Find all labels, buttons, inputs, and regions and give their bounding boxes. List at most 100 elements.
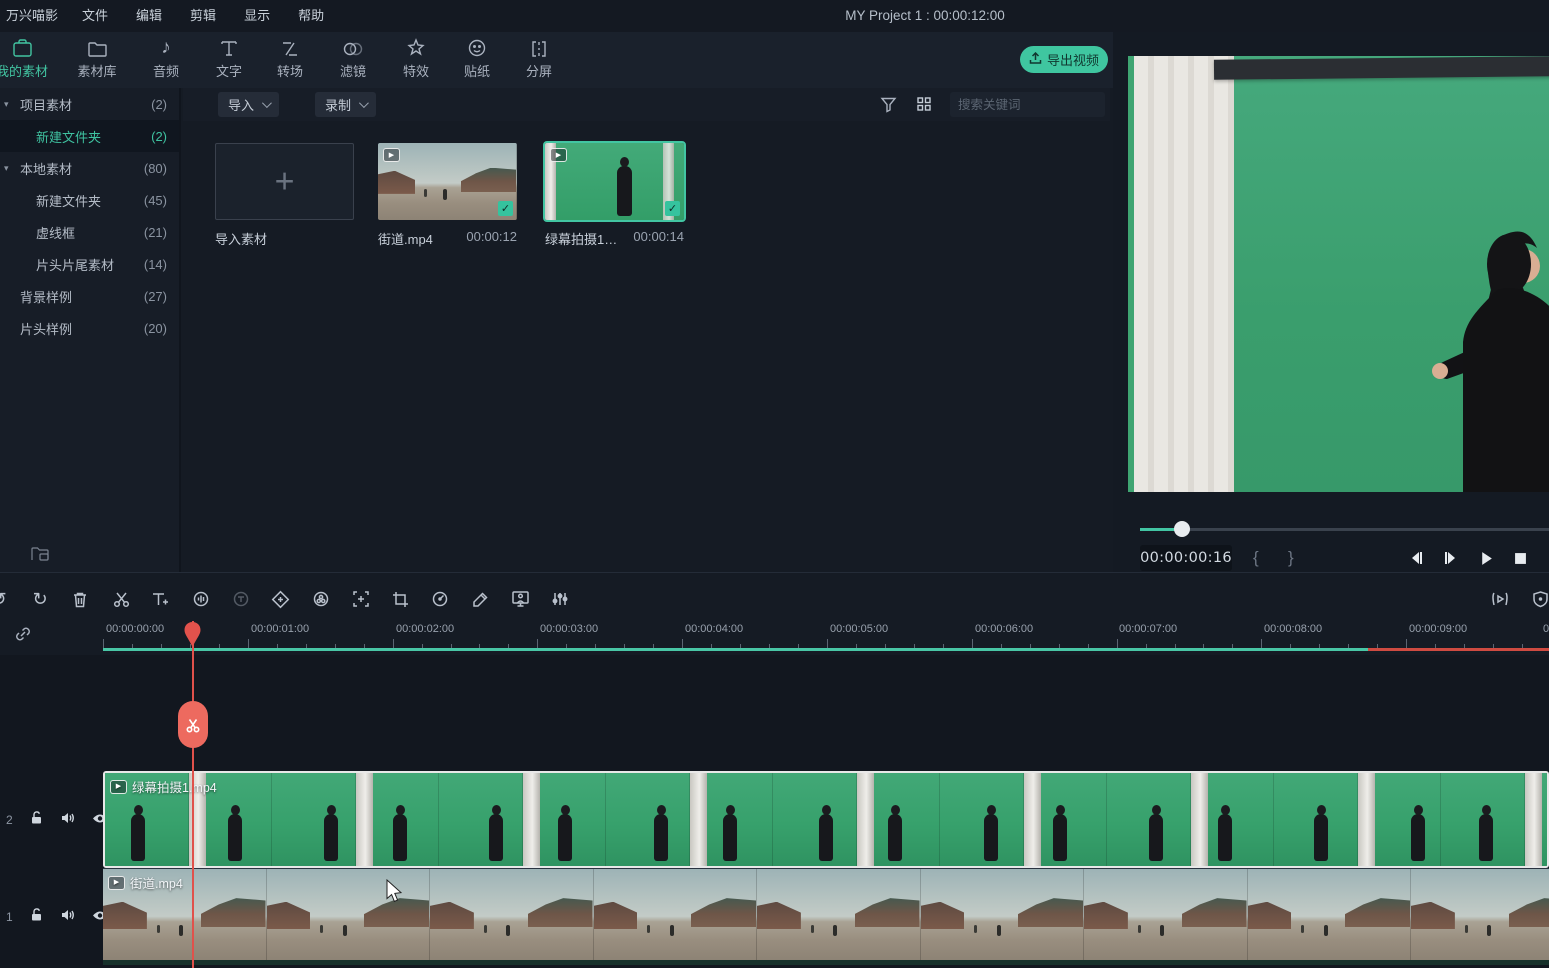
export-video-button[interactable]: 导出视频: [1020, 46, 1108, 73]
media-item-greenscreen[interactable]: ▶ ✓ 绿幕拍摄1… 00:00:14: [545, 143, 684, 248]
briefcase-icon: [12, 36, 33, 58]
tab-label: 音频: [153, 61, 179, 80]
chevron-down-icon: [359, 98, 369, 108]
smiley-icon: [467, 36, 487, 58]
mark-in-button[interactable]: {: [1253, 545, 1259, 571]
caret-down-icon[interactable]: ▾: [4, 163, 16, 174]
search-input[interactable]: [950, 98, 1127, 112]
menu-help[interactable]: 帮助: [284, 0, 338, 32]
delete-icon[interactable]: [68, 587, 92, 611]
filter-icon[interactable]: [880, 96, 897, 118]
preview-seekbar[interactable]: [1140, 528, 1549, 531]
tab-audio[interactable]: ♪ 音频: [134, 36, 198, 86]
playhead-line[interactable]: [192, 621, 194, 968]
preview-panel: 00:00:00:16 { }: [1113, 32, 1549, 572]
video-badge-icon: ▶: [550, 148, 567, 162]
media-item-street[interactable]: ▶ ✓ 街道.mp4 00:00:12: [378, 143, 517, 248]
add-marker-icon[interactable]: [349, 587, 373, 611]
tab-effects[interactable]: 特效: [384, 36, 448, 86]
menu-clip[interactable]: 剪辑: [176, 0, 230, 32]
tab-label: 贴纸: [464, 61, 490, 80]
tab-stickers[interactable]: 贴纸: [445, 36, 509, 86]
chroma-key-picker-icon[interactable]: [468, 587, 492, 611]
keyframe-icon[interactable]: [268, 587, 292, 611]
star-wand-icon: [406, 36, 426, 58]
mouse-cursor: [386, 879, 403, 903]
track-header-1: 1: [0, 869, 100, 965]
feature-tabbar: 我的素材 素材库 ♪ 音频 文字 转场 滤镜: [0, 32, 1113, 88]
split-playhead-button[interactable]: [178, 701, 208, 748]
play-button[interactable]: [1476, 548, 1496, 568]
timeline-clip-street[interactable]: ▶ 街道.mp4: [103, 868, 1549, 965]
color-correction-icon[interactable]: [309, 587, 333, 611]
split-scissors-icon[interactable]: [109, 587, 133, 611]
next-frame-button[interactable]: [1441, 548, 1461, 568]
seekbar-thumb[interactable]: [1174, 521, 1190, 537]
preview-timecode: 00:00:00:16: [1140, 545, 1232, 571]
track-number: 1: [6, 910, 13, 924]
mark-out-button[interactable]: }: [1288, 545, 1294, 571]
speed-icon[interactable]: [428, 587, 452, 611]
shield-icon[interactable]: [1528, 587, 1549, 611]
preview-video[interactable]: [1128, 56, 1549, 492]
lock-icon[interactable]: [30, 810, 43, 830]
tab-stock-media[interactable]: 素材库: [65, 36, 129, 86]
timeline-section: ↺ ↻: [0, 572, 1549, 968]
menu-edit[interactable]: 编辑: [122, 0, 176, 32]
export-label: 导出视频: [1047, 50, 1099, 69]
media-sidebar: ▾ 项目素材 (2) 新建文件夹 (2) ▾ 本地素材 (80) 新建文件夹 (…: [0, 88, 181, 572]
transition-icon: [280, 36, 300, 58]
app-title: 万兴喵影: [0, 0, 68, 32]
redo-icon[interactable]: ↻: [28, 587, 52, 611]
sidebar-item-project-media[interactable]: ▾ 项目素材 (2): [0, 88, 179, 120]
add-text-icon[interactable]: [148, 587, 172, 611]
upload-icon: [1029, 52, 1042, 68]
menu-view[interactable]: 显示: [230, 0, 284, 32]
media-item-name: 街道.mp4: [378, 229, 433, 248]
audio-detach-icon[interactable]: [189, 587, 213, 611]
caret-down-icon[interactable]: ▾: [4, 99, 16, 110]
clip-filmstrip: [103, 869, 1549, 960]
import-placeholder[interactable]: +: [215, 143, 354, 220]
stop-button[interactable]: [1510, 548, 1530, 568]
tab-split-screen[interactable]: 分屏: [507, 36, 571, 86]
greenscreen-thumbnail[interactable]: ▶ ✓: [545, 143, 684, 220]
folder-icon: [87, 36, 108, 58]
import-media-card[interactable]: + 导入素材: [215, 143, 354, 248]
pip-record-icon[interactable]: [508, 587, 532, 611]
lock-icon[interactable]: [30, 907, 43, 927]
undo-icon[interactable]: ↺: [0, 587, 11, 611]
sidebar-item-local-media[interactable]: ▾ 本地素材 (80): [0, 152, 179, 184]
crop-icon[interactable]: [388, 587, 412, 611]
menu-bar: 万兴喵影 文件 编辑 剪辑 显示 帮助 MY Project 1 : 00:00…: [0, 0, 1549, 32]
timeline-clip-greenscreen[interactable]: ▶ 绿幕拍摄1.mp4: [103, 771, 1549, 868]
previous-frame-button[interactable]: [1406, 548, 1426, 568]
street-thumbnail[interactable]: ▶ ✓: [378, 143, 517, 220]
menu-file[interactable]: 文件: [68, 0, 122, 32]
import-button[interactable]: 导入: [218, 92, 279, 117]
playhead-marker[interactable]: [184, 622, 201, 648]
sidebar-item-dashed-box[interactable]: 虚线框 (21): [0, 216, 179, 248]
rendered-indicator: [103, 648, 1368, 651]
tab-text[interactable]: 文字: [197, 36, 261, 86]
clip-filmstrip: [105, 773, 1547, 866]
tab-my-media[interactable]: 我的素材: [0, 36, 54, 86]
sidebar-item-intro-outro[interactable]: 片头片尾素材 (14): [0, 248, 179, 280]
new-folder-icon[interactable]: [30, 545, 50, 568]
sidebar-item-intro-samples[interactable]: 片头样例 (20): [0, 312, 179, 344]
sidebar-item-new-folder-local[interactable]: 新建文件夹 (45): [0, 184, 179, 216]
render-preview-icon[interactable]: [1488, 587, 1512, 611]
adjust-sliders-icon[interactable]: [548, 587, 572, 611]
tab-transition[interactable]: 转场: [258, 36, 322, 86]
white-curtain: [1134, 56, 1234, 492]
mute-icon[interactable]: [60, 908, 75, 927]
grid-view-icon[interactable]: [916, 96, 932, 117]
record-button[interactable]: 录制: [315, 92, 376, 117]
sidebar-item-new-folder-project[interactable]: 新建文件夹 (2): [0, 120, 179, 152]
tab-label: 素材库: [77, 61, 116, 80]
sidebar-item-background-samples[interactable]: 背景样例 (27): [0, 280, 179, 312]
scissors-icon: [185, 716, 201, 733]
tab-filters[interactable]: 滤镜: [321, 36, 385, 86]
studio-ceiling-bar: [1214, 56, 1549, 80]
mute-icon[interactable]: [60, 811, 75, 830]
